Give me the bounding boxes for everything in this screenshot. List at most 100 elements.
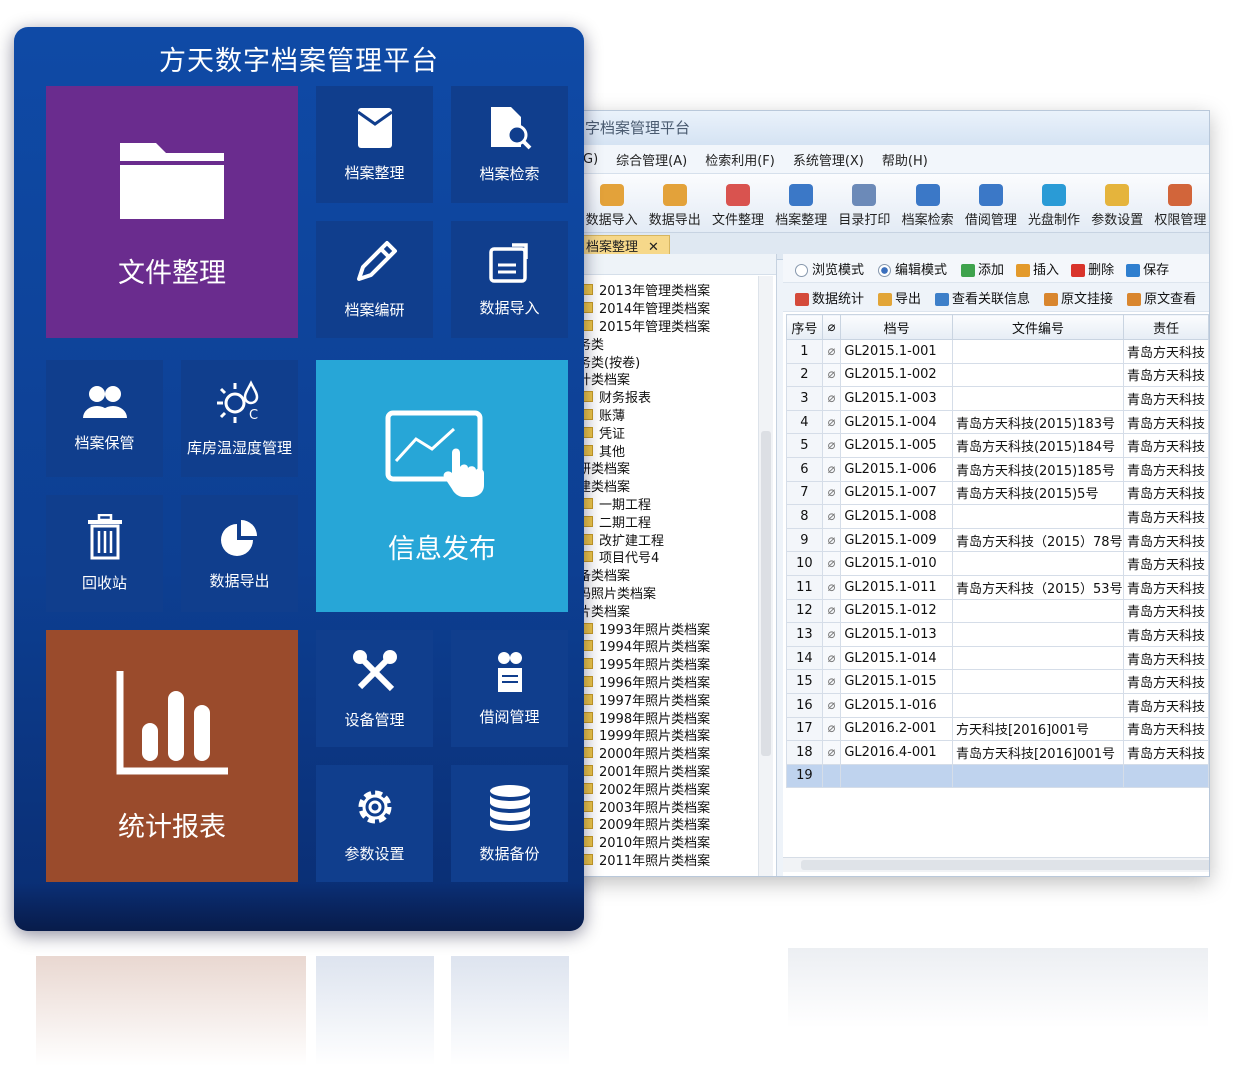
- paperclip-icon[interactable]: ⌀: [821, 740, 842, 765]
- grid-cell[interactable]: 青岛方天科技: [1122, 740, 1209, 765]
- grid-cell[interactable]: GL2015.1-001: [840, 339, 953, 364]
- paperclip-icon[interactable]: ⌀: [821, 551, 842, 576]
- table-row[interactable]: 7 ⌀ GL2015.1-007 青岛方天科技(2015)5号 青岛方天科技: [786, 480, 1209, 506]
- edit-mode-radio[interactable]: 编辑模式: [878, 259, 947, 278]
- grid-cell[interactable]: [951, 504, 1124, 529]
- grid-cell[interactable]: 青岛方天科技: [1122, 716, 1209, 742]
- grid-cell[interactable]: [951, 692, 1124, 718]
- grid-cell[interactable]: GL2015.1-011: [840, 574, 953, 600]
- grid-cell[interactable]: GL2015.1-008: [840, 504, 953, 529]
- tree-node[interactable]: 账薄: [561, 406, 776, 424]
- paperclip-icon[interactable]: ⌀: [821, 362, 842, 388]
- grid-cell[interactable]: 青岛方天科技: [1122, 527, 1209, 553]
- grid-cell[interactable]: 青岛方天科技: [1122, 433, 1209, 458]
- grid-cell[interactable]: [951, 622, 1124, 647]
- grid-cell[interactable]: GL2015.1-013: [840, 622, 953, 647]
- tile-statistics[interactable]: 统计报表: [46, 630, 298, 882]
- tile-data-export[interactable]: 数据导出: [181, 495, 298, 612]
- grid-cell[interactable]: 青岛方天科技: [1122, 386, 1209, 411]
- tree-scrollbar[interactable]: [758, 276, 773, 876]
- table-row[interactable]: 17 ⌀ GL2016.2-001 方天科技[2016]001号 青岛方天科技: [786, 716, 1209, 742]
- table-row[interactable]: 18 ⌀ GL2016.4-001 青岛方天科技[2016]001号 青岛方天科技: [786, 740, 1209, 765]
- tile-recycle-bin[interactable]: 回收站: [46, 495, 163, 612]
- table-row[interactable]: 14 ⌀ GL2015.1-014 青岛方天科技: [786, 645, 1209, 671]
- grid-cell[interactable]: 3: [786, 386, 823, 411]
- grid-cell[interactable]: 7: [786, 480, 823, 506]
- grid-cell[interactable]: 9: [786, 527, 823, 553]
- attachment-column-icon[interactable]: ⌀: [821, 314, 842, 340]
- grid-cell[interactable]: GL2015.1-004: [840, 409, 953, 435]
- grid-cell[interactable]: 青岛方天科技: [1122, 551, 1209, 576]
- paperclip-icon[interactable]: ⌀: [821, 433, 842, 458]
- tree-node[interactable]: 其他: [561, 441, 776, 460]
- tree-node[interactable]: 1998年照片类档案: [561, 708, 776, 727]
- tree-node[interactable]: 2013年管理类档案: [561, 281, 776, 299]
- paperclip-icon[interactable]: ⌀: [821, 339, 842, 364]
- tile-data-import[interactable]: 数据导入: [451, 221, 568, 338]
- tree-node[interactable]: 2014年管理类档案: [561, 299, 776, 317]
- paperclip-icon[interactable]: ⌀: [821, 386, 842, 411]
- grid-cell[interactable]: 青岛方天科技: [1122, 622, 1209, 647]
- grid-cell[interactable]: 青岛方天科技: [1122, 456, 1209, 482]
- action-button[interactable]: 导出: [878, 288, 921, 307]
- grid-cell[interactable]: [951, 669, 1124, 694]
- grid-cell[interactable]: GL2016.2-001: [840, 716, 953, 742]
- menu-item[interactable]: 检索利用(F): [705, 150, 775, 169]
- tree-node[interactable]: 2009年照片类档案: [561, 815, 776, 833]
- grid-cell[interactable]: [951, 339, 1124, 364]
- grid-cell[interactable]: 青岛方天科技(2015)184号: [951, 433, 1124, 458]
- grid-cell[interactable]: 15: [786, 669, 823, 694]
- paperclip-icon[interactable]: ⌀: [821, 504, 842, 529]
- grid-cell[interactable]: [951, 386, 1124, 411]
- tree-node[interactable]: 1993年照片类档案: [561, 619, 776, 638]
- grid-cell[interactable]: 青岛方天科技[2016]001号: [951, 740, 1124, 765]
- tree-node[interactable]: 凭证: [561, 423, 776, 442]
- tree-node[interactable]: 业务类(按卷): [561, 352, 776, 371]
- grid-cell[interactable]: GL2015.1-005: [840, 433, 953, 458]
- paperclip-icon[interactable]: ⌀: [821, 669, 842, 694]
- action-button[interactable]: 插入: [1016, 259, 1059, 278]
- tree-node[interactable]: 2003年照片类档案: [561, 797, 776, 816]
- tree-node[interactable]: 业务类: [561, 334, 776, 353]
- tree-node[interactable]: 二期工程: [561, 512, 776, 531]
- tree-node[interactable]: 2000年照片类档案: [561, 744, 776, 762]
- grid-cell[interactable]: [1122, 763, 1209, 789]
- grid-cell[interactable]: 16: [786, 692, 823, 718]
- tree-node[interactable]: 1995年照片类档案: [561, 655, 776, 673]
- grid-cell[interactable]: GL2015.1-014: [840, 645, 953, 671]
- table-row[interactable]: 4 ⌀ GL2015.1-004 青岛方天科技(2015)183号 青岛方天科技: [786, 409, 1209, 435]
- grid-cell[interactable]: 青岛方天科技(2015)183号: [951, 409, 1124, 435]
- tile-data-backup[interactable]: 数据备份: [451, 765, 568, 882]
- table-row[interactable]: 9 ⌀ GL2015.1-009 青岛方天科技（2015）78号 青岛方天科技: [786, 527, 1209, 553]
- close-icon[interactable]: ✕: [648, 240, 659, 255]
- table-row[interactable]: 6 ⌀ GL2015.1-006 青岛方天科技(2015)185号 青岛方天科技: [786, 456, 1209, 482]
- tree-node[interactable]: 2010年照片类档案: [561, 833, 776, 851]
- tree-node[interactable]: 会计类档案: [561, 370, 776, 388]
- paperclip-icon[interactable]: ⌀: [821, 716, 842, 742]
- grid-cell[interactable]: [951, 598, 1124, 624]
- grid-cell[interactable]: 19: [786, 763, 823, 789]
- tree-node[interactable]: 改扩建工程: [561, 530, 776, 549]
- table-row[interactable]: 10 ⌀ GL2015.1-010 青岛方天科技: [786, 551, 1209, 576]
- action-button[interactable]: 删除: [1071, 259, 1114, 278]
- action-button[interactable]: 原文查看: [1127, 288, 1196, 307]
- toolbar-button[interactable]: 权限管理: [1152, 184, 1209, 228]
- grid-cell[interactable]: [951, 362, 1124, 388]
- tree-node[interactable]: 1994年照片类档案: [561, 637, 776, 655]
- grid-cell[interactable]: 青岛方天科技: [1122, 645, 1209, 671]
- menu-item[interactable]: G): [583, 152, 598, 167]
- table-row[interactable]: 15 ⌀ GL2015.1-015 青岛方天科技: [786, 669, 1209, 694]
- scroll-thumb[interactable]: [761, 431, 771, 756]
- tree-node[interactable]: 科研类档案: [561, 459, 776, 477]
- tile-device-management[interactable]: 设备管理: [316, 630, 433, 747]
- grid-cell[interactable]: 5: [786, 433, 823, 458]
- table-row[interactable]: 19: [786, 763, 1209, 789]
- grid-cell[interactable]: 青岛方天科技(2015)185号: [951, 456, 1124, 482]
- toolbar-button[interactable]: 借阅管理: [962, 184, 1019, 228]
- grid-cell[interactable]: 14: [786, 645, 823, 671]
- action-button[interactable]: 添加: [961, 259, 1004, 278]
- tree-node[interactable]: 照片类档案: [561, 601, 776, 620]
- tile-warehouse-temperature[interactable]: C 库房温湿度管理: [181, 360, 298, 477]
- tree-node[interactable]: 1997年照片类档案: [561, 690, 776, 709]
- horizontal-scrollbar[interactable]: [783, 857, 1209, 872]
